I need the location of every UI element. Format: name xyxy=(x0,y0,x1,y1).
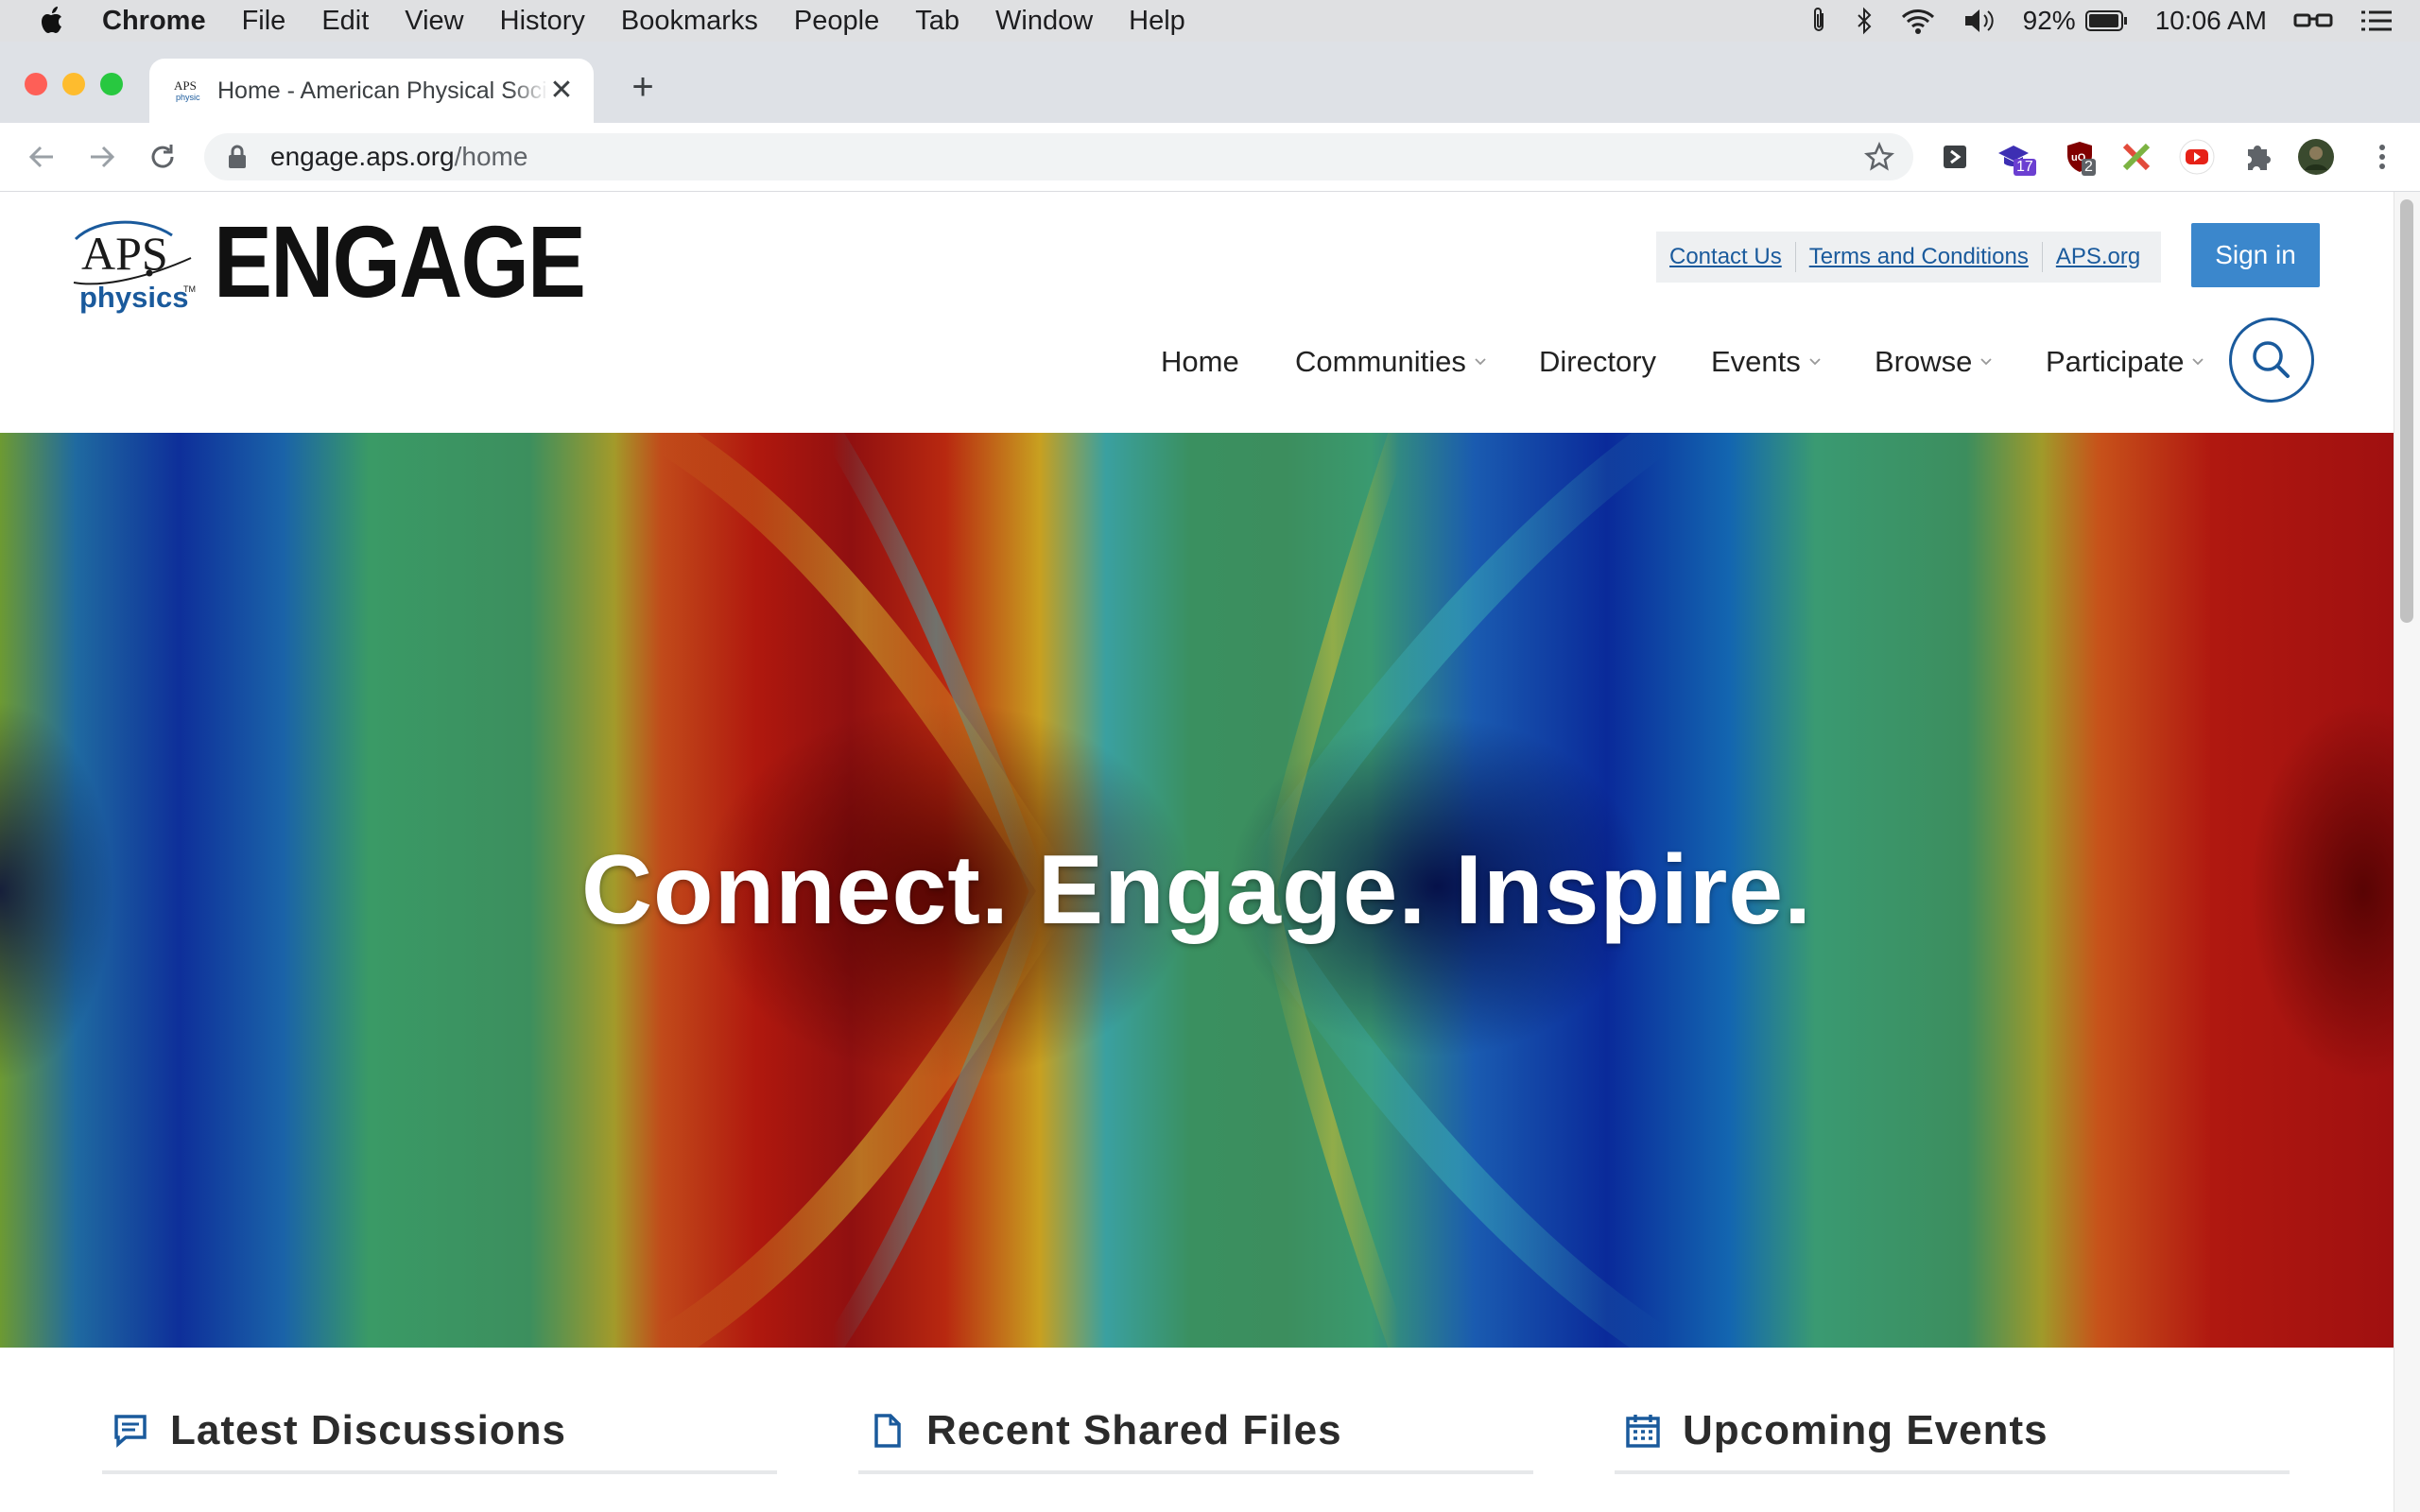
hero-title: Connect. Engage. Inspire. xyxy=(580,834,1813,945)
profile-avatar[interactable] xyxy=(2297,138,2335,176)
recent-shared-files-section: Recent Shared Files xyxy=(858,1402,1533,1487)
extension-badge: 17 xyxy=(2014,159,2036,176)
apple-menu-icon[interactable] xyxy=(38,5,68,37)
nav-communities-label: Communities xyxy=(1295,345,1466,378)
menu-window[interactable]: Window xyxy=(995,6,1093,37)
svg-text:APS: APS xyxy=(174,78,197,93)
address-bar[interactable]: engage.aps.org/home xyxy=(204,133,1913,180)
volume-icon[interactable] xyxy=(1962,7,1996,35)
minimize-window-button[interactable] xyxy=(62,73,85,95)
aps-org-link[interactable]: APS.org xyxy=(2043,244,2153,270)
nav-communities[interactable]: Communities xyxy=(1295,345,1487,379)
menu-edit[interactable]: Edit xyxy=(321,6,369,37)
section-divider xyxy=(1615,1470,2290,1474)
paperclip-icon[interactable] xyxy=(1809,6,1828,36)
section-title-discussions[interactable]: Latest Discussions xyxy=(170,1407,566,1454)
extension-ublock-icon[interactable]: uO 2 xyxy=(2061,138,2099,176)
section-divider xyxy=(102,1470,777,1474)
section-divider xyxy=(858,1470,1533,1474)
nav-participate-label: Participate xyxy=(2046,345,2185,378)
clock[interactable]: 10:06 AM xyxy=(2155,6,2267,36)
nav-events[interactable]: Events xyxy=(1711,345,1822,379)
discussion-icon xyxy=(114,1415,147,1448)
extensions-puzzle-icon[interactable] xyxy=(2238,138,2276,176)
page-scrollbar[interactable] xyxy=(2394,192,2420,1512)
web-page: APS physics TM ENGAGE Contact Us Terms a… xyxy=(0,192,2394,1512)
nav-browse-label: Browse xyxy=(1875,345,1973,378)
menu-help[interactable]: Help xyxy=(1129,6,1185,37)
nav-directory-label: Directory xyxy=(1539,345,1657,378)
contact-us-link[interactable]: Contact Us xyxy=(1656,244,1795,270)
logo-physics-text: physics xyxy=(79,281,188,314)
bluetooth-icon[interactable] xyxy=(1855,6,1874,36)
battery-percent: 92% xyxy=(2022,6,2076,35)
close-window-button[interactable] xyxy=(25,73,47,95)
url-host: engage.aps.org xyxy=(270,142,455,171)
reload-icon[interactable] xyxy=(146,140,180,174)
calendar-icon xyxy=(1626,1415,1660,1448)
svg-text:physics: physics xyxy=(176,93,200,102)
file-icon xyxy=(874,1414,901,1448)
menu-people[interactable]: People xyxy=(794,6,879,37)
wifi-icon[interactable] xyxy=(1900,7,1936,35)
menu-file[interactable]: File xyxy=(242,6,286,37)
glasses-icon[interactable] xyxy=(2293,10,2333,31)
menu-bookmarks[interactable]: Bookmarks xyxy=(621,6,758,37)
menu-app-name[interactable]: Chrome xyxy=(102,6,206,37)
nav-browse[interactable]: Browse xyxy=(1875,345,1993,379)
upcoming-events-section: Upcoming Events xyxy=(1615,1402,2290,1487)
content-sections: Latest Discussions Recent Shared Files U… xyxy=(0,1348,2394,1512)
utility-links: Contact Us Terms and Conditions APS.org xyxy=(1656,232,2161,283)
back-arrow-icon[interactable] xyxy=(25,140,59,174)
active-tab[interactable]: APS physics Home - American Physical Soc… xyxy=(149,59,594,123)
logo-tm-text: TM xyxy=(183,284,196,294)
extension-graduation-cap-icon[interactable]: 17 xyxy=(1995,138,2036,176)
aps-physics-logo[interactable]: APS physics TM xyxy=(68,213,200,317)
zoom-window-button[interactable] xyxy=(100,73,123,95)
terms-and-conditions-link[interactable]: Terms and Conditions xyxy=(1796,244,2042,270)
macos-menu-bar: Chrome File Edit View History Bookmarks … xyxy=(0,0,2420,42)
sign-in-button[interactable]: Sign in xyxy=(2191,223,2320,287)
main-navigation: Home Communities Directory Events Browse… xyxy=(0,345,2394,392)
tab-close-icon[interactable]: ✕ xyxy=(546,76,577,106)
control-center-icon[interactable] xyxy=(2360,9,2394,33)
nav-home[interactable]: Home xyxy=(1161,345,1239,379)
new-tab-icon[interactable]: + xyxy=(624,68,662,106)
url-path: /home xyxy=(454,142,528,171)
extension-badge: 2 xyxy=(2082,159,2096,176)
scrollbar-thumb[interactable] xyxy=(2400,199,2413,623)
menu-view[interactable]: View xyxy=(405,6,463,37)
chevron-down-icon xyxy=(2192,358,2204,366)
menu-history[interactable]: History xyxy=(500,6,585,37)
aps-favicon-icon: APS physics xyxy=(174,78,200,102)
chevron-down-icon xyxy=(1809,358,1821,366)
chrome-menu-icon[interactable] xyxy=(2363,138,2401,176)
nav-directory[interactable]: Directory xyxy=(1539,345,1656,379)
forward-arrow-icon[interactable] xyxy=(85,140,119,174)
menu-tab[interactable]: Tab xyxy=(915,6,959,37)
lock-icon[interactable] xyxy=(227,145,248,169)
bookmark-star-icon[interactable] xyxy=(1864,142,1894,172)
extension-youtube-icon[interactable] xyxy=(2178,138,2216,176)
url-text[interactable]: engage.aps.org/home xyxy=(270,142,527,172)
site-search-button[interactable] xyxy=(2229,318,2314,403)
latest-discussions-section: Latest Discussions xyxy=(102,1402,777,1487)
search-icon xyxy=(2253,341,2290,378)
nav-participate[interactable]: Participate xyxy=(2046,345,2204,379)
section-title-events[interactable]: Upcoming Events xyxy=(1683,1407,2048,1454)
tab-title: Home - American Physical Society xyxy=(217,77,548,104)
section-title-shared-files[interactable]: Recent Shared Files xyxy=(926,1407,1342,1454)
extension-colorful-x-icon[interactable] xyxy=(2118,138,2155,176)
menubar-status-area: 92% 10:06 AM xyxy=(1809,0,2420,42)
hero-banner: Connect. Engage. Inspire. xyxy=(0,433,2394,1348)
chevron-down-icon xyxy=(1980,358,1993,366)
site-header: APS physics TM ENGAGE Contact Us Terms a… xyxy=(0,192,2394,433)
chevron-down-icon xyxy=(1475,358,1486,366)
extension-dark-square-icon[interactable] xyxy=(1936,138,1974,176)
battery-icon[interactable] xyxy=(2084,9,2129,32)
nav-events-label: Events xyxy=(1711,345,1801,378)
nav-home-label: Home xyxy=(1161,345,1239,378)
engage-brand-wordmark[interactable]: ENGAGE xyxy=(214,211,586,313)
